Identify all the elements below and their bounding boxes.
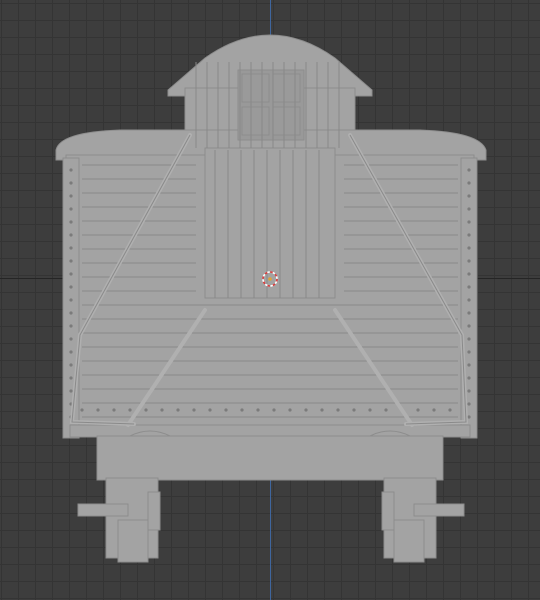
rivet [69, 246, 73, 250]
rivet [467, 337, 471, 341]
3d-cursor-icon[interactable] [260, 269, 280, 289]
rivet [69, 168, 73, 172]
rivet [467, 363, 471, 367]
rivet [467, 350, 471, 354]
3d-viewport[interactable] [0, 0, 540, 600]
rivet [69, 259, 73, 263]
rivet [69, 311, 73, 315]
rivet [467, 168, 471, 172]
rivet [240, 408, 244, 412]
cupola-window [237, 69, 305, 141]
rivet [160, 408, 164, 412]
rivet [467, 311, 471, 315]
rivet [432, 408, 436, 412]
rivet [128, 408, 132, 412]
rivet [467, 324, 471, 328]
bottom-sill [69, 424, 471, 438]
rivet [467, 194, 471, 198]
rivet [467, 259, 471, 263]
rivet [467, 402, 471, 406]
rivet [69, 376, 73, 380]
rivet [467, 246, 471, 250]
rivet [288, 408, 292, 412]
rivet [192, 408, 196, 412]
rivet [368, 408, 372, 412]
rivet [272, 408, 276, 412]
rivet [69, 324, 73, 328]
rivet [467, 233, 471, 237]
rivet [69, 233, 73, 237]
rivet [69, 389, 73, 393]
rivet [96, 408, 100, 412]
rivet [467, 207, 471, 211]
rivet [467, 181, 471, 185]
underframe [96, 435, 444, 481]
rivet [304, 408, 308, 412]
rivet [112, 408, 116, 412]
rivet [467, 220, 471, 224]
rivet [69, 298, 73, 302]
rivet [69, 272, 73, 276]
rivet [416, 408, 420, 412]
rivet [320, 408, 324, 412]
rivet [467, 272, 471, 276]
rivet [69, 350, 73, 354]
boxcar-model[interactable] [0, 0, 540, 600]
rivet [224, 408, 228, 412]
rivet [467, 298, 471, 302]
left-bogie [77, 477, 161, 563]
rivet [467, 389, 471, 393]
right-bogie [381, 477, 465, 563]
rivet [176, 408, 180, 412]
rivet [256, 408, 260, 412]
rivet [144, 408, 148, 412]
rivet [448, 408, 452, 412]
rivet [336, 408, 340, 412]
rivet [467, 285, 471, 289]
rivet [467, 415, 471, 419]
rivet [69, 285, 73, 289]
rivet [208, 408, 212, 412]
rivet [69, 220, 73, 224]
rivet [80, 408, 84, 412]
rivet [69, 207, 73, 211]
rivet [69, 337, 73, 341]
rivet [69, 181, 73, 185]
rivet [69, 194, 73, 198]
rivet [352, 408, 356, 412]
rivet [384, 408, 388, 412]
left-post [62, 157, 80, 439]
rivet [69, 363, 73, 367]
rivet [467, 376, 471, 380]
